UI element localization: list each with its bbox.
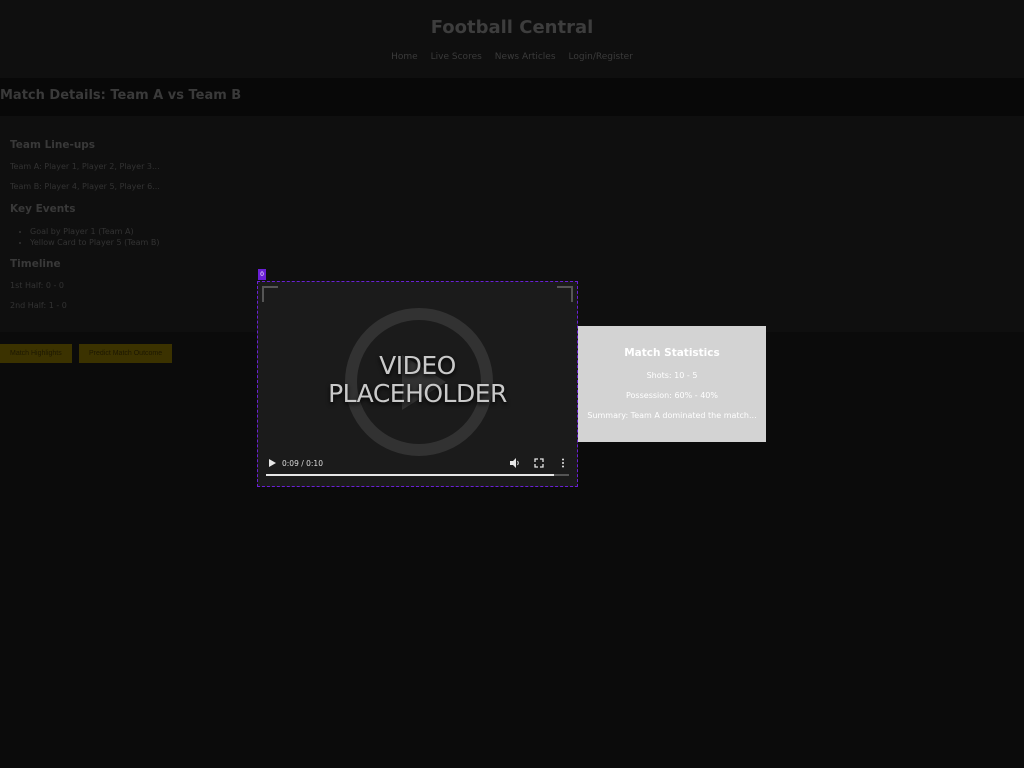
video-placeholder-text: VIDEO PLACEHOLDER xyxy=(258,352,577,408)
stats-heading: Match Statistics xyxy=(624,347,720,359)
nav-live-scores[interactable]: Live Scores xyxy=(431,52,482,62)
video-placeholder-line1: VIDEO xyxy=(379,351,456,380)
team-b-lineup: Team B: Player 4, Player 5, Player 6... xyxy=(10,182,160,191)
match-title: Match Details: Team A vs Team B xyxy=(0,88,242,103)
main-nav: Home Live Scores News Articles Login/Reg… xyxy=(0,52,1024,62)
video-player[interactable]: VIDEO PLACEHOLDER 0:09 / 0:10 xyxy=(257,281,578,487)
lineups-heading: Team Line-ups xyxy=(10,139,96,151)
match-title-bar: Match Details: Team A vs Team B xyxy=(0,78,1024,116)
video-controls: 0:09 / 0:10 xyxy=(266,452,569,474)
list-item: Goal by Player 1 (Team A) xyxy=(30,226,160,237)
stats-possession: Possession: 60% - 40% xyxy=(626,391,718,400)
site-header: Football Central Home Live Scores News A… xyxy=(0,0,1024,78)
video-placeholder-line2: PLACEHOLDER xyxy=(328,379,507,408)
timeline-second-half: 2nd Half: 1 - 0 xyxy=(10,301,67,310)
video-progress-bar[interactable] xyxy=(266,474,569,476)
timeline-heading: Timeline xyxy=(10,258,61,270)
timeline-first-half: 1st Half: 0 - 0 xyxy=(10,281,64,290)
match-statistics-card: Match Statistics Shots: 10 - 5 Possessio… xyxy=(578,326,766,442)
element-index-badge: 0 xyxy=(258,269,266,280)
key-events-heading: Key Events xyxy=(10,203,76,215)
fullscreen-icon[interactable] xyxy=(533,457,545,469)
key-events-list: Goal by Player 1 (Team A) Yellow Card to… xyxy=(20,226,160,248)
more-options-icon[interactable] xyxy=(557,457,569,469)
nav-home[interactable]: Home xyxy=(391,52,418,62)
stats-summary: Summary: Team A dominated the match... xyxy=(587,411,757,420)
list-item: Yellow Card to Player 5 (Team B) xyxy=(30,237,160,248)
nav-login-register[interactable]: Login/Register xyxy=(569,52,633,62)
corner-bracket xyxy=(262,286,278,302)
match-highlights-button[interactable]: Match Highlights xyxy=(0,344,72,363)
corner-bracket xyxy=(557,286,573,302)
play-icon[interactable] xyxy=(266,457,278,469)
predict-outcome-button[interactable]: Predict Match Outcome xyxy=(79,344,173,363)
volume-icon[interactable] xyxy=(509,457,521,469)
stats-shots: Shots: 10 - 5 xyxy=(646,371,698,380)
nav-news-articles[interactable]: News Articles xyxy=(495,52,556,62)
video-time: 0:09 / 0:10 xyxy=(282,458,323,468)
video-progress-fill xyxy=(266,474,554,476)
team-a-lineup: Team A: Player 1, Player 2, Player 3... xyxy=(10,162,160,171)
site-title: Football Central xyxy=(430,17,594,38)
